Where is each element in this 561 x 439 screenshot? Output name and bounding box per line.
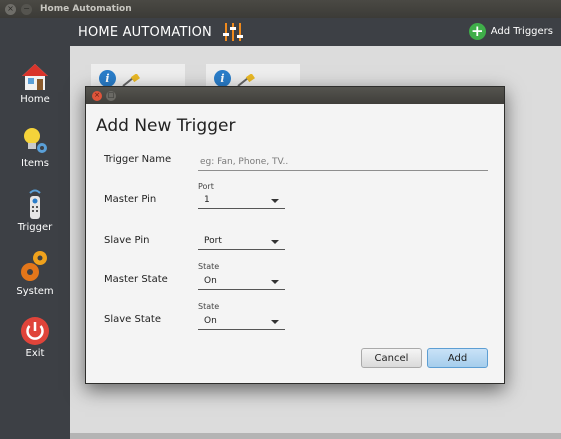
window-close-button[interactable]: × (5, 3, 16, 15)
window-title: Home Automation (40, 4, 132, 14)
house-icon (22, 64, 48, 90)
slave-state-value: On (204, 316, 217, 326)
slave-pin-select[interactable]: Port (198, 233, 285, 250)
sidebar-item-trigger[interactable]: Trigger (0, 188, 70, 233)
slave-pin-label: Slave Pin (104, 235, 150, 246)
dialog-maximize-button[interactable]: □ (106, 90, 116, 101)
info-icon: i (214, 70, 231, 87)
gears-icon (21, 251, 47, 281)
dialog-close-button[interactable]: × (92, 90, 102, 101)
sidebar-item-exit[interactable]: Exit (0, 316, 70, 359)
sidebar-item-label: Items (21, 158, 49, 169)
sidebar-item-items[interactable]: Items (0, 126, 70, 169)
plus-icon: + (468, 23, 486, 40)
sidebar-item-label: Home (20, 94, 50, 105)
master-pin-float-label: Port (198, 182, 214, 191)
master-state-float-label: State (198, 262, 220, 271)
dialog-title: Add New Trigger (96, 116, 236, 136)
sidebar-item-label: System (16, 286, 54, 297)
window-titlebar: × − Home Automation (0, 0, 561, 18)
sidebar-item-label: Trigger (17, 222, 53, 233)
add-triggers-label: Add Triggers (490, 26, 553, 37)
slave-state-float-label: State (198, 302, 220, 311)
app-header: HOME AUTOMATION + Add Triggers (70, 18, 561, 46)
trigger-name-label: Trigger Name (104, 154, 172, 165)
trigger-name-input[interactable] (198, 153, 488, 171)
lightbulb-icon (24, 128, 47, 153)
master-pin-select[interactable]: 1 (198, 192, 285, 209)
chevron-down-icon (271, 240, 279, 244)
master-state-value: On (204, 276, 217, 286)
slave-state-label: Slave State (104, 314, 161, 325)
bottom-strip (70, 433, 561, 439)
add-trigger-dialog: × □ Add New Trigger Trigger Name Port Ma… (85, 86, 505, 384)
slave-state-select[interactable]: On (198, 313, 285, 330)
slave-pin-value: Port (204, 236, 222, 246)
master-state-select[interactable]: On (198, 273, 285, 290)
chevron-down-icon (271, 280, 279, 284)
sidebar: Home Items Trigger System Exit (0, 18, 70, 439)
app-title: HOME AUTOMATION (78, 24, 212, 40)
remote-icon (29, 189, 41, 219)
master-pin-label: Master Pin (104, 194, 157, 205)
chevron-down-icon (271, 320, 279, 324)
sidebar-item-home[interactable]: Home (0, 62, 70, 105)
info-icon: i (99, 70, 116, 87)
sidebar-item-system[interactable]: System (0, 248, 70, 297)
sliders-icon (222, 23, 243, 41)
master-state-label: Master State (104, 274, 168, 285)
window-minimize-button[interactable]: − (21, 3, 32, 15)
add-button[interactable]: Add (427, 348, 488, 368)
power-icon (21, 317, 49, 345)
cancel-button[interactable]: Cancel (361, 348, 422, 368)
add-triggers-button[interactable]: + Add Triggers (468, 23, 553, 40)
chevron-down-icon (271, 199, 279, 203)
dialog-titlebar: × □ (86, 87, 504, 104)
sidebar-item-label: Exit (25, 348, 45, 359)
master-pin-value: 1 (204, 195, 210, 205)
